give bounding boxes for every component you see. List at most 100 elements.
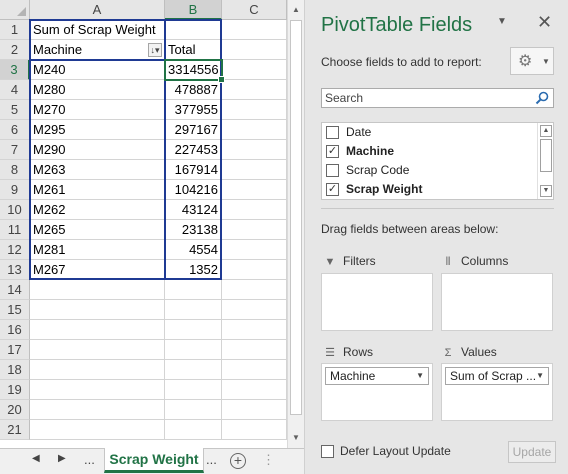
- row-header[interactable]: 15: [0, 300, 30, 320]
- grid-cell[interactable]: [222, 380, 287, 400]
- grid-cell[interactable]: [222, 320, 287, 340]
- row-header[interactable]: 19: [0, 380, 30, 400]
- field-search-input[interactable]: Search: [321, 88, 554, 108]
- checkbox[interactable]: [326, 164, 339, 177]
- column-header-a[interactable]: A: [30, 0, 165, 20]
- pivot-total-cell[interactable]: 4554: [165, 240, 222, 260]
- checkbox[interactable]: [326, 126, 339, 139]
- row-header[interactable]: 21: [0, 420, 30, 440]
- row-header[interactable]: 18: [0, 360, 30, 380]
- grid-cell[interactable]: [222, 220, 287, 240]
- scroll-thumb[interactable]: [290, 20, 302, 415]
- pivot-total-cell[interactable]: 43124: [165, 200, 222, 220]
- pivot-total-cell[interactable]: 104216: [165, 180, 222, 200]
- values-drop-area[interactable]: Sum of Scrap ... ▼: [441, 363, 553, 421]
- field-list-scrollbar[interactable]: ▲ ▼: [537, 123, 553, 199]
- pivot-total-cell[interactable]: 227453: [165, 140, 222, 160]
- pivot-machine-cell[interactable]: M290: [30, 140, 165, 160]
- chevron-down-icon[interactable]: ▼: [416, 368, 424, 384]
- pivot-title-cell[interactable]: Sum of Scrap Weight: [30, 20, 165, 40]
- grid-cell[interactable]: [222, 400, 287, 420]
- add-sheet-icon[interactable]: +: [230, 453, 246, 469]
- grid-cell[interactable]: [222, 300, 287, 320]
- filters-drop-area[interactable]: [321, 273, 433, 331]
- values-field-sum-scrap[interactable]: Sum of Scrap ... ▼: [445, 367, 549, 385]
- row-header[interactable]: 8: [0, 160, 30, 180]
- pivot-machine-cell[interactable]: M261: [30, 180, 165, 200]
- tab-split-handle[interactable]: ⋮: [262, 452, 275, 468]
- pivot-total-cell[interactable]: 1352: [165, 260, 222, 280]
- row-header[interactable]: 6: [0, 120, 30, 140]
- grid-cell[interactable]: [165, 280, 222, 300]
- grid-cell[interactable]: [165, 360, 222, 380]
- row-header[interactable]: 3: [0, 60, 30, 80]
- pivot-machine-cell[interactable]: M270: [30, 100, 165, 120]
- row-header[interactable]: 20: [0, 400, 30, 420]
- tab-more-right[interactable]: ...: [206, 452, 217, 467]
- grid-cell[interactable]: [30, 420, 165, 440]
- row-header[interactable]: 16: [0, 320, 30, 340]
- row-header[interactable]: 13: [0, 260, 30, 280]
- defer-checkbox[interactable]: [321, 445, 334, 459]
- row-header[interactable]: 14: [0, 280, 30, 300]
- scroll-down-icon[interactable]: ▼: [288, 430, 304, 446]
- tab-prev-icon[interactable]: ◀: [32, 453, 40, 464]
- update-button[interactable]: Update: [508, 441, 556, 463]
- row-header[interactable]: 7: [0, 140, 30, 160]
- pivot-machine-cell[interactable]: M263: [30, 160, 165, 180]
- grid-cell[interactable]: [222, 340, 287, 360]
- search-icon[interactable]: [534, 90, 550, 106]
- pivot-machine-cell[interactable]: M262: [30, 200, 165, 220]
- row-header[interactable]: 12: [0, 240, 30, 260]
- grid-cell[interactable]: [222, 120, 287, 140]
- scroll-up-icon[interactable]: ▲: [288, 2, 304, 18]
- grid-cell[interactable]: [222, 420, 287, 440]
- grid-cell[interactable]: [165, 400, 222, 420]
- rows-field-machine[interactable]: Machine ▼: [325, 367, 429, 385]
- scroll-down-icon[interactable]: ▼: [540, 185, 552, 197]
- pivot-machine-cell[interactable]: M281: [30, 240, 165, 260]
- grid-cell[interactable]: [165, 340, 222, 360]
- row-header[interactable]: 10: [0, 200, 30, 220]
- grid-cell[interactable]: [222, 40, 287, 60]
- column-header-b[interactable]: B: [165, 0, 222, 20]
- grid-cell[interactable]: [30, 320, 165, 340]
- pivot-machine-cell[interactable]: M295: [30, 120, 165, 140]
- grid-cell[interactable]: [30, 400, 165, 420]
- pane-options-chevron-icon[interactable]: ▼: [497, 16, 507, 27]
- pivot-total-cell[interactable]: 297167: [165, 120, 222, 140]
- grid-cell[interactable]: [165, 420, 222, 440]
- grid-cell[interactable]: [222, 160, 287, 180]
- cell-b1[interactable]: [165, 20, 222, 40]
- grid-cell[interactable]: [30, 360, 165, 380]
- grid-cell[interactable]: [222, 20, 287, 40]
- row-header[interactable]: 11: [0, 220, 30, 240]
- row-header[interactable]: 2: [0, 40, 30, 60]
- sort-filter-icon[interactable]: ↓▾: [148, 43, 162, 57]
- defer-layout-update[interactable]: Defer Layout Update: [321, 444, 451, 459]
- row-header[interactable]: 1: [0, 20, 30, 40]
- row-header[interactable]: 9: [0, 180, 30, 200]
- grid-cell[interactable]: [222, 240, 287, 260]
- select-all-corner[interactable]: [0, 0, 30, 20]
- pivot-machine-cell[interactable]: M265: [30, 220, 165, 240]
- grid-cell[interactable]: [30, 280, 165, 300]
- grid-cell[interactable]: [222, 100, 287, 120]
- chevron-down-icon[interactable]: ▼: [536, 368, 544, 384]
- grid-cell[interactable]: [222, 200, 287, 220]
- column-header-c[interactable]: C: [222, 0, 287, 20]
- grid-cell[interactable]: [222, 280, 287, 300]
- row-header[interactable]: 4: [0, 80, 30, 100]
- pivot-total-header-cell[interactable]: Total: [165, 40, 222, 60]
- grid-cell[interactable]: [165, 380, 222, 400]
- pivot-total-cell[interactable]: 167914: [165, 160, 222, 180]
- pivot-machine-cell[interactable]: M280: [30, 80, 165, 100]
- grid-cell[interactable]: [30, 380, 165, 400]
- grid-cell[interactable]: [30, 300, 165, 320]
- close-icon[interactable]: ✕: [537, 12, 552, 33]
- pivot-total-cell[interactable]: 23138: [165, 220, 222, 240]
- layout-options-button[interactable]: ⚙ ▼: [510, 47, 554, 75]
- grid-cell[interactable]: [222, 80, 287, 100]
- pivot-total-cell[interactable]: 478887: [165, 80, 222, 100]
- scroll-thumb[interactable]: [540, 139, 552, 172]
